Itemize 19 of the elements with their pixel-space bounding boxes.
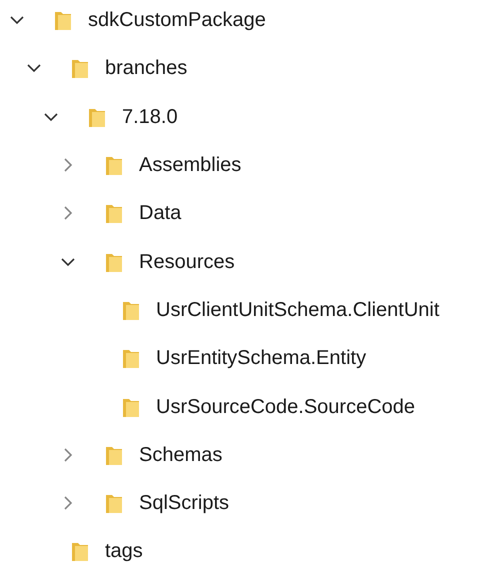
folder-icon	[71, 540, 89, 562]
folder-label[interactable]: Data	[139, 198, 182, 228]
folder-label[interactable]: 7.18.0	[122, 102, 178, 132]
folder-label[interactable]: branches	[105, 53, 188, 84]
folder-icon	[71, 57, 89, 80]
folder-icon	[105, 154, 123, 176]
folder-label[interactable]: UsrSourceCode.SourceCode	[156, 392, 416, 422]
folder-icon	[105, 202, 123, 224]
folder-icon	[105, 492, 123, 514]
folder-label[interactable]: Resources	[139, 246, 235, 277]
folder-label[interactable]: UsrEntitySchema.Entity	[156, 343, 366, 374]
folder-label[interactable]: Schemas	[139, 440, 222, 470]
folder-label[interactable]: SqlScripts	[139, 488, 230, 518]
folder-label[interactable]: sdkCustomPackage	[88, 5, 266, 36]
folder-icon	[122, 347, 140, 370]
folder-label[interactable]: Assemblies	[139, 150, 242, 180]
folder-icon	[54, 9, 72, 32]
folder-label[interactable]: tags	[105, 536, 143, 563]
folder-label[interactable]: UsrClientUnitSchema.ClientUnit	[156, 294, 440, 325]
